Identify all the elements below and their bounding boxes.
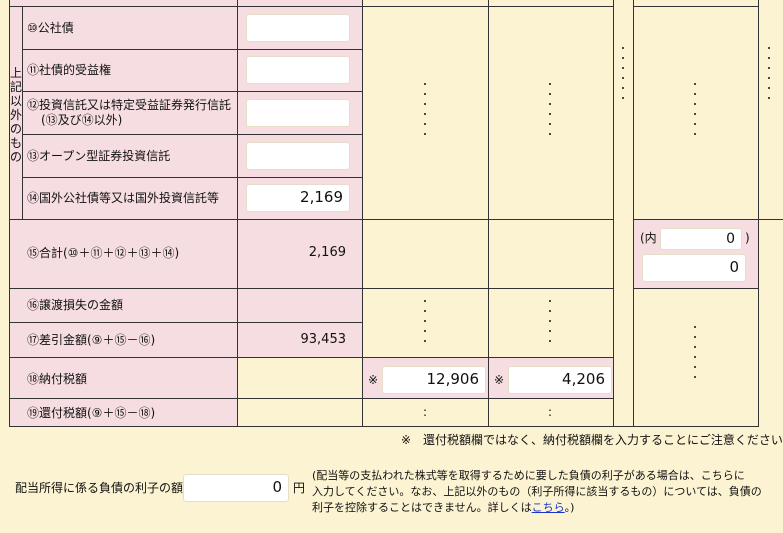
interest-desc-line1: (配当等の支払われた株式等を取得するために要した負債の利子がある場合は、こちらに — [312, 469, 745, 482]
refund-note: ※ 還付税額欄ではなく、納付税額欄を入力することにご注意ください。 — [401, 433, 783, 447]
row15-amount-value: 2,169 — [308, 245, 346, 260]
dots-col6-lower — [694, 326, 696, 378]
row14-label: ⑭国外公社債等又は国外投資信託等 — [27, 191, 220, 205]
row14-amount-input[interactable]: 2,169 — [246, 184, 350, 212]
col4-block-upper — [488, 6, 614, 220]
row17-label: ⑰差引金額(⑨＋⑮－⑯) — [27, 333, 156, 347]
row15-inner-prefix: (内 — [640, 231, 657, 245]
interest-unit: 円 — [293, 481, 306, 495]
row18-col3-mark: ※ — [368, 373, 379, 387]
row12-label-line2: (⑬及び⑭以外) — [41, 113, 123, 127]
col6-block-lower — [633, 288, 759, 427]
row13-amount-input[interactable] — [246, 142, 350, 170]
row11-amount-input[interactable] — [246, 56, 350, 84]
interest-description: (配当等の支払われた株式等を取得するために要した負債の利子がある場合は、こちらに… — [312, 468, 762, 516]
col6-block-upper — [633, 6, 759, 220]
row18-col3-input[interactable]: 12,906 — [382, 366, 486, 394]
row17-amount-value: 93,453 — [300, 332, 347, 347]
group-label: 上記以外のもの — [9, 66, 22, 164]
dots-col6-upper — [694, 83, 696, 135]
row15-inner-input[interactable]: 0 — [660, 228, 742, 250]
interest-desc-end: 。) — [564, 501, 575, 514]
details-link[interactable]: こちら — [532, 501, 565, 514]
col4-rows16-17 — [488, 288, 614, 358]
row12-label-line1: ⑫投資信託又は特定受益証券発行信託 — [27, 98, 232, 112]
dots-col3-lower — [424, 300, 426, 342]
row19-col3-colon: : — [423, 405, 428, 419]
row10-amount-input[interactable] — [246, 14, 350, 42]
dots-col7-upper — [768, 47, 770, 99]
dots-col5-upper — [622, 47, 624, 99]
row13-label: ⑬オープン型証券投資信託 — [27, 149, 171, 163]
row12-amount-input[interactable] — [246, 99, 350, 127]
dots-col4-lower — [549, 300, 551, 342]
col3-row15 — [362, 219, 489, 289]
col7-block — [758, 0, 783, 220]
row15-label: ⑮合計(⑩＋⑪＋⑫＋⑬＋⑭) — [27, 246, 180, 260]
interest-input[interactable]: 0 — [183, 474, 289, 502]
row19-amount-cell — [237, 398, 363, 427]
tax-form: 上記以外のもの ⑩公社債 ⑪社債的受益権 ⑫投資信託又は特定受益証券発行信託 (… — [0, 0, 783, 533]
row18-label: ⑱納付税額 — [27, 372, 88, 386]
row10-label: ⑩公社債 — [27, 21, 74, 35]
interest-desc-line3: 利子を控除することはできません。詳しくはこちら。) — [312, 500, 762, 516]
row18-amount-cell — [237, 357, 363, 399]
row15-inner-suffix: ) — [745, 231, 750, 245]
row16-amount-cell — [237, 288, 363, 323]
interest-label: 配当所得に係る負債の利子の額 — [15, 481, 184, 495]
row15-total-input[interactable]: 0 — [642, 254, 746, 282]
row18-col4-input[interactable]: 4,206 — [508, 366, 612, 394]
row19-col4-colon: : — [548, 405, 553, 419]
row16-label: ⑯譲渡損失の金額 — [27, 298, 124, 312]
dots-col4-upper — [549, 83, 551, 135]
dots-col3-upper — [424, 83, 426, 135]
row11-label: ⑪社債的受益権 — [27, 63, 112, 77]
row18-col4-mark: ※ — [494, 373, 505, 387]
row19-label: ⑲還付税額(⑨＋⑮－⑱) — [27, 406, 156, 420]
col4-row15 — [488, 219, 614, 289]
interest-desc-line2: 入力してください。なお、上記以外のもの（利子所得に該当するもの）については、負債… — [312, 485, 762, 498]
interest-desc-text: 利子を控除することはできません。詳しくは — [312, 501, 532, 514]
